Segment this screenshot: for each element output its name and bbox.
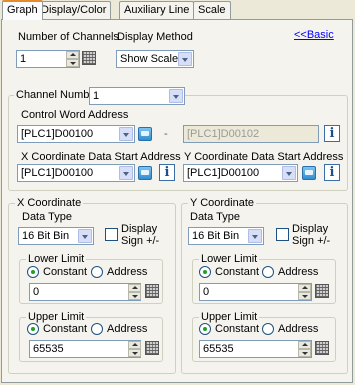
x-upper-spinner[interactable]	[128, 341, 141, 357]
y-upper-spinner[interactable]	[298, 341, 311, 357]
x-display-sign-label: Display Sign +/-	[121, 223, 160, 247]
y-data-type-label: Data Type	[190, 211, 240, 223]
x-lower-constant-label: Constant	[43, 266, 88, 278]
x-lower-spinner[interactable]	[128, 284, 141, 300]
keypad-icon[interactable]	[315, 284, 329, 298]
tab-graph[interactable]: Graph	[2, 0, 43, 20]
keypad-icon[interactable]	[145, 284, 159, 298]
chevron-down-icon	[119, 127, 133, 141]
x-data-type-select[interactable]: 16 Bit Bin	[18, 227, 94, 245]
x-start-select[interactable]: [PLC1]D00100	[17, 164, 135, 182]
y-upper-value-input[interactable]: 65535	[199, 340, 312, 358]
x-upper-address-radio[interactable]	[91, 323, 103, 335]
basic-link[interactable]: <<Basic	[294, 29, 334, 41]
info-icon[interactable]: i	[324, 164, 340, 181]
x-upper-limit-title: Upper Limit	[26, 311, 87, 323]
x-display-sign-checkbox[interactable]	[105, 228, 118, 241]
keypad-icon[interactable]	[82, 51, 96, 65]
channels-label: Number of Channels	[18, 31, 119, 43]
x-upper-constant-radio[interactable]	[27, 323, 39, 335]
y-coordinate-title: Y Coordinate	[188, 197, 257, 209]
address-input-icon[interactable]	[302, 166, 316, 180]
address-input-icon[interactable]	[138, 127, 152, 141]
control-word-select[interactable]: [PLC1]D00100	[17, 125, 135, 143]
tab-auxiliary-line[interactable]: Auxiliary Line	[119, 1, 195, 19]
y-lower-constant-label: Constant	[215, 266, 260, 278]
y-display-sign-label: Display Sign +/-	[292, 223, 331, 247]
y-upper-limit-title: Upper Limit	[199, 311, 260, 323]
y-display-sign-checkbox[interactable]	[276, 228, 289, 241]
y-start-label: Y Coordinate Data Start Address	[184, 151, 344, 163]
control-word-separator: -	[164, 128, 168, 140]
x-lower-limit-title: Lower Limit	[26, 253, 87, 265]
y-upper-constant-label: Constant	[215, 323, 260, 335]
y-start-select[interactable]: [PLC1]D00100	[183, 164, 298, 182]
control-word-end-field: [PLC1]D00102	[183, 125, 319, 143]
keypad-icon[interactable]	[145, 341, 159, 355]
y-lower-spinner[interactable]	[298, 284, 311, 300]
y-lower-constant-radio[interactable]	[199, 266, 211, 278]
x-start-label: X Coordinate Data Start Address	[21, 151, 181, 163]
chevron-down-icon	[178, 52, 192, 66]
x-data-type-label: Data Type	[22, 211, 72, 223]
x-lower-constant-radio[interactable]	[27, 266, 39, 278]
display-method-label: Display Method	[117, 31, 193, 43]
y-upper-constant-radio[interactable]	[199, 323, 211, 335]
control-word-label: Control Word Address	[21, 109, 129, 121]
address-input-icon[interactable]	[138, 166, 152, 180]
x-upper-address-label: Address	[107, 323, 148, 335]
info-icon[interactable]: i	[159, 164, 175, 181]
x-lower-address-radio[interactable]	[91, 266, 103, 278]
tab-scale[interactable]: Scale	[193, 1, 231, 19]
y-upper-address-label: Address	[278, 323, 319, 335]
chevron-down-icon	[248, 229, 262, 243]
info-icon[interactable]: i	[324, 125, 340, 142]
x-lower-address-label: Address	[107, 266, 148, 278]
y-lower-address-radio[interactable]	[262, 266, 274, 278]
y-upper-address-radio[interactable]	[262, 323, 274, 335]
chevron-down-icon	[78, 229, 92, 243]
tab-display-color[interactable]: Display/Color	[36, 1, 112, 19]
chevron-down-icon	[169, 89, 183, 103]
chevron-down-icon	[282, 166, 296, 180]
y-data-type-select[interactable]: 16 Bit Bin	[188, 227, 264, 245]
y-lower-limit-title: Lower Limit	[199, 253, 260, 265]
channel-number-select[interactable]: 1	[89, 87, 185, 105]
x-upper-constant-label: Constant	[43, 323, 88, 335]
y-lower-value-input[interactable]: 0	[199, 283, 312, 301]
x-upper-value-input[interactable]: 65535	[29, 340, 141, 358]
chevron-down-icon	[119, 166, 133, 180]
x-lower-value-input[interactable]: 0	[29, 283, 141, 301]
y-lower-address-label: Address	[278, 266, 319, 278]
keypad-icon[interactable]	[315, 341, 329, 355]
channels-spinner[interactable]	[66, 51, 79, 67]
x-coordinate-title: X Coordinate	[15, 197, 84, 209]
display-method-select[interactable]: Show Scale	[116, 50, 194, 68]
